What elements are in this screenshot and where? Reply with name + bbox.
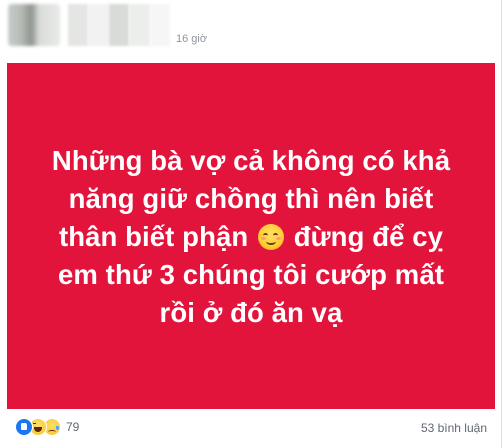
post-banner: Những bà vợ cả không có khả năng giữ chồ… (7, 63, 495, 409)
post-text-line-4: em thứ 3 chúng tôi cướp mất (58, 259, 444, 290)
comment-count-link[interactable]: 53 bình luận (421, 421, 487, 435)
post-header: 16 giờ (0, 0, 502, 62)
post-footer: 79 53 bình luận (0, 412, 502, 448)
reaction-count[interactable]: 79 (66, 420, 79, 434)
avatar[interactable] (8, 4, 60, 46)
post-card: 16 giờ Những bà vợ cả không có khả năng … (0, 0, 502, 448)
post-text-line-3b: đừng để cỵ (293, 221, 444, 252)
like-reaction-icon (15, 418, 33, 436)
reactions-summary[interactable]: 79 (15, 418, 79, 436)
post-timestamp[interactable]: 16 giờ (176, 33, 207, 45)
author-name[interactable] (68, 4, 171, 46)
smiling-face-icon (258, 224, 285, 250)
post-text-line-5: rồi ở đó ăn vạ (159, 297, 343, 328)
post-text-line-3a: thân biết phận (58, 221, 249, 252)
post-text-line-1: Những bà vợ cả không có khả (51, 145, 451, 176)
post-text: Những bà vợ cả không có khả năng giữ chồ… (31, 142, 471, 332)
post-text-line-2: năng giữ chồng thì nên biết (68, 183, 434, 214)
